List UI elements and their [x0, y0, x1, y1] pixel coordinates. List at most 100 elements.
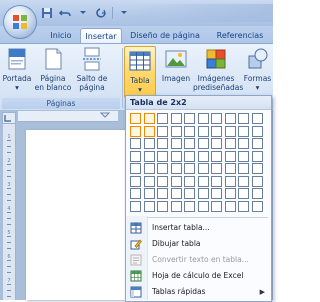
table-grid-cell[interactable] — [130, 125, 141, 137]
save-button[interactable] — [40, 6, 54, 20]
table-grid-cell[interactable] — [184, 150, 195, 162]
table-grid-cell[interactable] — [211, 188, 222, 199]
table-grid-cell[interactable] — [157, 163, 168, 174]
table-grid-cell[interactable] — [130, 175, 141, 187]
office-button[interactable] — [3, 5, 37, 39]
table-grid-cell[interactable] — [130, 138, 141, 149]
table-grid-cell[interactable] — [224, 200, 236, 212]
table-grid-cell[interactable] — [251, 163, 263, 174]
table-grid-cell[interactable] — [130, 150, 141, 162]
redo-button[interactable] — [94, 6, 108, 20]
table-grid-cell[interactable] — [211, 138, 222, 149]
table-grid-cell[interactable] — [157, 150, 168, 162]
table-grid-cell[interactable] — [197, 163, 209, 174]
table-grid-cell[interactable] — [251, 150, 263, 162]
table-grid-cell[interactable] — [143, 113, 155, 124]
tab-diseno-de-pagina[interactable]: Diseño de página — [125, 28, 205, 43]
tab-selector[interactable] — [2, 112, 16, 124]
salto-de-pagina-button[interactable]: Salto de página — [74, 47, 110, 92]
table-grid-cell[interactable] — [224, 125, 236, 137]
table-grid-cell[interactable] — [211, 200, 222, 212]
customize-qat-button[interactable] — [117, 6, 131, 20]
table-grid-cell[interactable] — [143, 163, 155, 174]
tab-insertar[interactable]: Insertar — [80, 28, 122, 44]
table-grid-cell[interactable] — [224, 163, 236, 174]
tabla-button[interactable]: Tabla ▾ — [124, 46, 156, 98]
table-grid-cell[interactable] — [224, 150, 236, 162]
table-grid-cell[interactable] — [157, 200, 168, 212]
table-grid-cell[interactable] — [170, 188, 182, 199]
table-grid-cell[interactable] — [130, 113, 141, 124]
imagen-button[interactable]: Imagen — [160, 47, 192, 83]
table-grid-cell[interactable] — [157, 125, 168, 137]
table-grid-cell[interactable] — [157, 113, 168, 124]
undo-button[interactable] — [58, 6, 72, 20]
table-grid-cell[interactable] — [184, 138, 195, 149]
table-grid-cell[interactable] — [238, 163, 249, 174]
menu-item-tablas-rapidas[interactable]: Tablas rápidas ▶ — [126, 284, 271, 300]
table-grid-cell[interactable] — [170, 175, 182, 187]
table-grid-cell[interactable] — [197, 150, 209, 162]
table-grid-cell[interactable] — [197, 188, 209, 199]
table-grid-cell[interactable] — [157, 188, 168, 199]
tab-referencias[interactable]: Referencias — [210, 28, 270, 43]
table-grid-cell[interactable] — [197, 138, 209, 149]
horizontal-ruler[interactable] — [18, 111, 118, 122]
table-grid-cell[interactable] — [170, 163, 182, 174]
tab-inicio[interactable]: Inicio — [44, 28, 78, 43]
portada-button[interactable]: Portada ▾ — [2, 47, 32, 92]
table-grid-cell[interactable] — [184, 113, 195, 124]
menu-item-insertar-tabla[interactable]: Insertar tabla... — [126, 220, 271, 236]
table-grid-cell[interactable] — [224, 175, 236, 187]
document-page[interactable] — [26, 130, 136, 300]
table-grid-cell[interactable] — [238, 125, 249, 137]
table-grid-cell[interactable] — [130, 200, 141, 212]
pagina-en-blanco-button[interactable]: Página en blanco — [34, 47, 72, 92]
table-grid-cell[interactable] — [197, 125, 209, 137]
table-grid-cell[interactable] — [170, 138, 182, 149]
table-grid-cell[interactable] — [143, 175, 155, 187]
vertical-ruler[interactable]: 1234567 — [3, 124, 16, 300]
table-grid-cell[interactable] — [224, 138, 236, 149]
table-grid-cell[interactable] — [130, 163, 141, 174]
table-grid-cell[interactable] — [143, 150, 155, 162]
table-grid-cell[interactable] — [238, 200, 249, 212]
table-grid-cell[interactable] — [251, 188, 263, 199]
table-grid-cell[interactable] — [238, 188, 249, 199]
table-grid-cell[interactable] — [211, 150, 222, 162]
table-grid-cell[interactable] — [143, 188, 155, 199]
table-grid-cell[interactable] — [251, 113, 263, 124]
menu-item-dibujar-tabla[interactable]: Dibujar tabla — [126, 236, 271, 252]
table-grid-cell[interactable] — [238, 113, 249, 124]
table-grid-cell[interactable] — [251, 200, 263, 212]
menu-item-convertir-texto[interactable]: Convertir texto en tabla... — [126, 252, 271, 268]
table-grid-cell[interactable] — [251, 125, 263, 137]
table-grid-cell[interactable] — [130, 188, 141, 199]
table-grid-cell[interactable] — [211, 125, 222, 137]
table-grid-cell[interactable] — [184, 125, 195, 137]
table-grid-cell[interactable] — [157, 175, 168, 187]
table-grid-cell[interactable] — [211, 175, 222, 187]
table-grid-cell[interactable] — [197, 113, 209, 124]
table-grid-cell[interactable] — [170, 150, 182, 162]
table-grid-cell[interactable] — [224, 188, 236, 199]
table-size-grid[interactable] — [130, 113, 267, 213]
table-grid-cell[interactable] — [184, 175, 195, 187]
undo-dropdown-button[interactable] — [76, 6, 90, 20]
table-grid-cell[interactable] — [157, 138, 168, 149]
table-grid-cell[interactable] — [184, 163, 195, 174]
table-grid-cell[interactable] — [251, 138, 263, 149]
table-grid-cell[interactable] — [143, 125, 155, 137]
table-grid-cell[interactable] — [184, 188, 195, 199]
table-grid-cell[interactable] — [143, 200, 155, 212]
table-grid-cell[interactable] — [211, 113, 222, 124]
table-grid-cell[interactable] — [184, 200, 195, 212]
table-grid-cell[interactable] — [143, 138, 155, 149]
table-grid-cell[interactable] — [170, 200, 182, 212]
table-grid-cell[interactable] — [197, 175, 209, 187]
menu-item-hoja-excel[interactable]: Hoja de cálculo de Excel — [126, 268, 271, 284]
table-grid-cell[interactable] — [224, 113, 236, 124]
table-grid-cell[interactable] — [197, 200, 209, 212]
table-grid-cell[interactable] — [238, 175, 249, 187]
table-grid-cell[interactable] — [238, 138, 249, 149]
